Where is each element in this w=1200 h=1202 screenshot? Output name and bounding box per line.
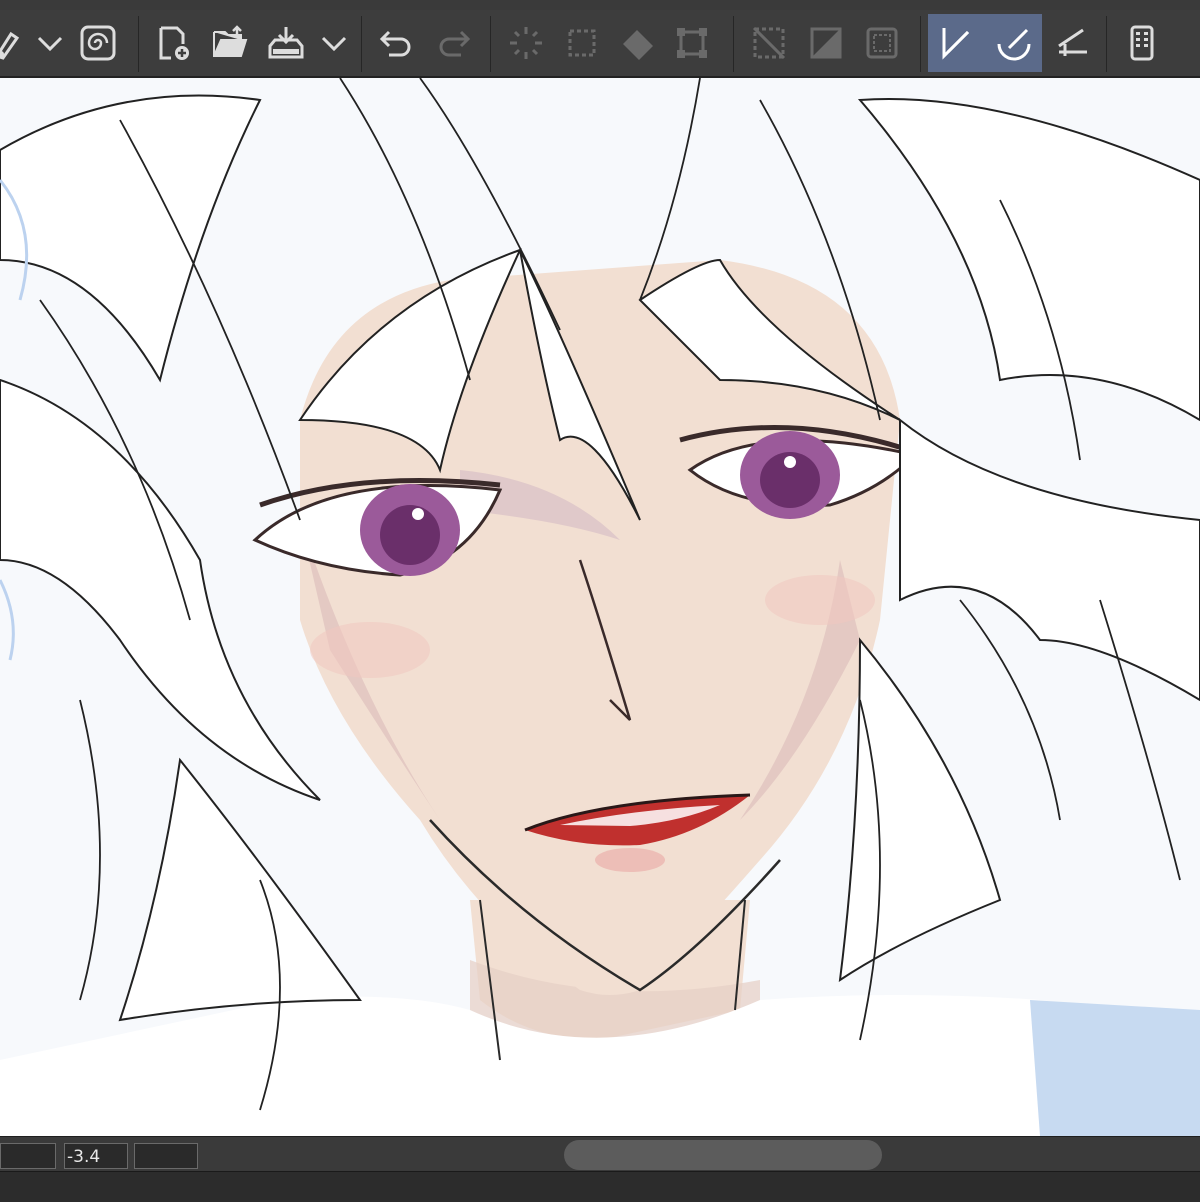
toolbar-separator — [490, 16, 491, 72]
redo-icon[interactable] — [428, 14, 480, 72]
tablet-icon[interactable] — [1116, 14, 1168, 72]
open-folder-icon[interactable] — [204, 14, 256, 72]
toolbar-separator — [1106, 16, 1107, 72]
fill-icon[interactable] — [612, 14, 664, 72]
ruler-snap-icon[interactable] — [928, 14, 986, 72]
artwork — [0, 78, 1200, 1136]
bottom-panel — [0, 1171, 1200, 1202]
zoom-field[interactable] — [0, 1143, 56, 1169]
command-bar — [0, 10, 1200, 78]
toolbar-separator — [920, 16, 921, 72]
dropdown-chevron-icon[interactable] — [310, 14, 358, 72]
clear-selection-icon[interactable] — [500, 14, 552, 72]
undo-icon[interactable] — [370, 14, 422, 72]
drawing-canvas[interactable] — [0, 78, 1200, 1136]
transform-icon[interactable] — [666, 14, 718, 72]
sleeve-shade — [1030, 1000, 1200, 1136]
invert-selection-icon[interactable] — [800, 14, 852, 72]
special-ruler-snap-icon[interactable] — [986, 14, 1042, 72]
swirl-icon[interactable] — [72, 14, 124, 72]
toolbar-separator — [361, 16, 362, 72]
select-all-icon[interactable] — [556, 14, 608, 72]
angle-slider[interactable] — [134, 1143, 198, 1169]
toolbar-separator — [138, 16, 139, 72]
rotation-field[interactable]: -3.4 — [64, 1143, 128, 1169]
selection-border-icon[interactable] — [856, 14, 908, 72]
grid-snap-icon[interactable] — [1046, 14, 1098, 72]
import-icon[interactable] — [260, 14, 312, 72]
toolbar-separator — [733, 16, 734, 72]
hide-selection-icon[interactable] — [743, 14, 795, 72]
status-bar: -3.4 — [0, 1136, 1200, 1202]
horizontal-scrollbar[interactable] — [564, 1140, 882, 1170]
dropdown-chevron-icon[interactable] — [26, 14, 74, 72]
new-file-icon[interactable] — [148, 14, 200, 72]
